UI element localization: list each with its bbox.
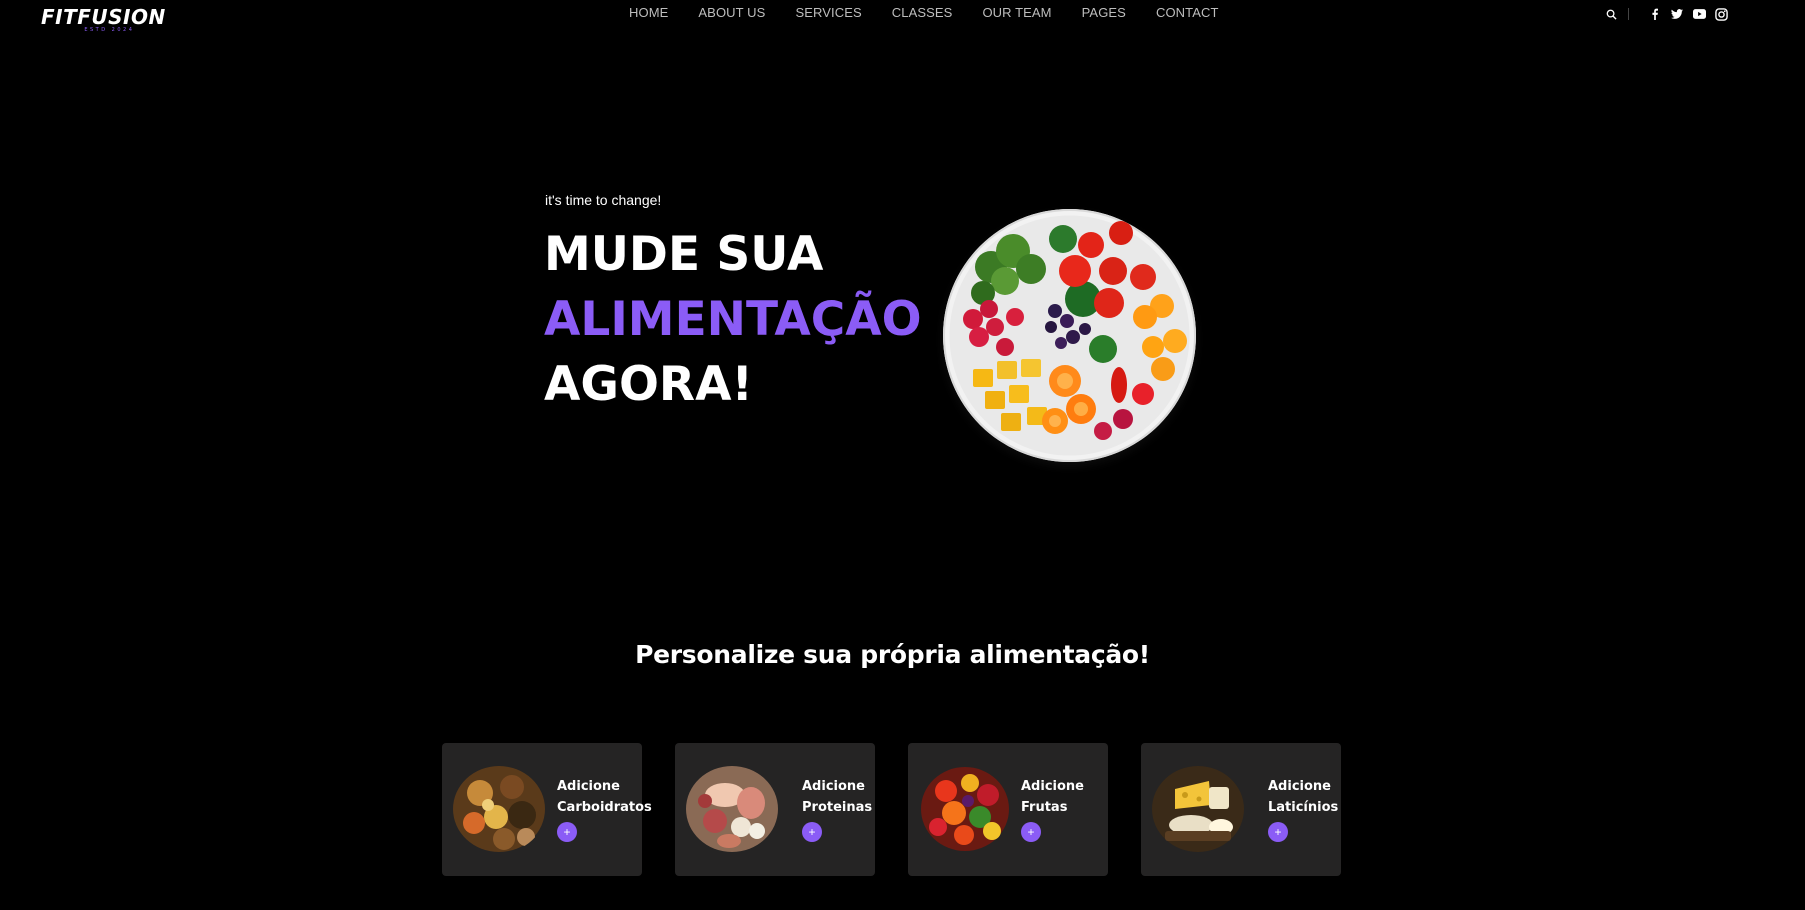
facebook-icon[interactable] xyxy=(1648,7,1662,21)
hero-title-line-1: MUDE SUA xyxy=(544,227,824,282)
card-proteins[interactable]: Adicione Proteinas + xyxy=(675,743,875,876)
fruit-vegetable-plate-image xyxy=(943,209,1196,462)
card-fruits[interactable]: Adicione Frutas + xyxy=(908,743,1108,876)
nav-pages[interactable]: PAGES xyxy=(1082,5,1126,20)
add-carbohydrates-button[interactable]: + xyxy=(557,822,577,842)
hero-title: MUDE SUA ALIMENTAÇÃO AGORA! xyxy=(544,222,922,417)
header-icons xyxy=(1604,7,1736,21)
nav-classes[interactable]: CLASSES xyxy=(892,5,953,20)
youtube-icon[interactable] xyxy=(1692,7,1706,21)
card-title-line-1: Adicione xyxy=(1268,779,1331,794)
header-divider xyxy=(1628,8,1629,20)
card-title-line-2: Frutas xyxy=(1021,800,1068,815)
carbohydrates-image xyxy=(452,765,546,853)
section-title: Personalize sua própria alimentação! xyxy=(635,640,1150,669)
twitter-icon[interactable] xyxy=(1670,7,1684,21)
card-title-line-1: Adicione xyxy=(802,779,865,794)
card-text: Adicione Proteinas xyxy=(802,776,872,818)
card-title-line-1: Adicione xyxy=(1021,779,1084,794)
card-dairy[interactable]: Adicione Laticínios + xyxy=(1141,743,1341,876)
proteins-image xyxy=(685,765,779,853)
hero-title-accent: ALIMENTAÇÃO xyxy=(544,292,922,347)
add-fruits-button[interactable]: + xyxy=(1021,822,1041,842)
dairy-image xyxy=(1151,765,1245,853)
nav-contact[interactable]: CONTACT xyxy=(1156,5,1219,20)
main-nav: HOME ABOUT US SERVICES CLASSES OUR TEAM … xyxy=(629,5,1249,20)
fruits-image xyxy=(918,765,1012,853)
add-dairy-button[interactable]: + xyxy=(1268,822,1288,842)
card-title-line-1: Adicione xyxy=(557,779,620,794)
card-title-line-2: Carboidratos xyxy=(557,800,652,815)
nav-our-team[interactable]: OUR TEAM xyxy=(982,5,1051,20)
nav-services[interactable]: SERVICES xyxy=(795,5,861,20)
instagram-icon[interactable] xyxy=(1714,7,1728,21)
add-proteins-button[interactable]: + xyxy=(802,822,822,842)
logo-name: FITFUSION xyxy=(41,5,166,29)
food-category-cards: Adicione Carboidratos + Adicione Protein… xyxy=(442,743,1374,876)
card-text: Adicione Carboidratos xyxy=(557,776,652,818)
card-title-line-2: Proteinas xyxy=(802,800,873,815)
search-icon[interactable] xyxy=(1604,7,1618,21)
card-carbohydrates[interactable]: Adicione Carboidratos + xyxy=(442,743,652,876)
hero-kicker: it's time to change! xyxy=(545,192,662,208)
card-text: Adicione Frutas xyxy=(1021,776,1084,818)
logo[interactable]: FITFUSION ESTD 2024 xyxy=(41,6,166,33)
card-title-line-2: Laticínios xyxy=(1268,800,1339,815)
card-text: Adicione Laticínios xyxy=(1268,776,1338,818)
nav-about-us[interactable]: ABOUT US xyxy=(698,5,765,20)
hero-title-line-3: AGORA! xyxy=(544,357,753,412)
nav-home[interactable]: HOME xyxy=(629,5,668,20)
